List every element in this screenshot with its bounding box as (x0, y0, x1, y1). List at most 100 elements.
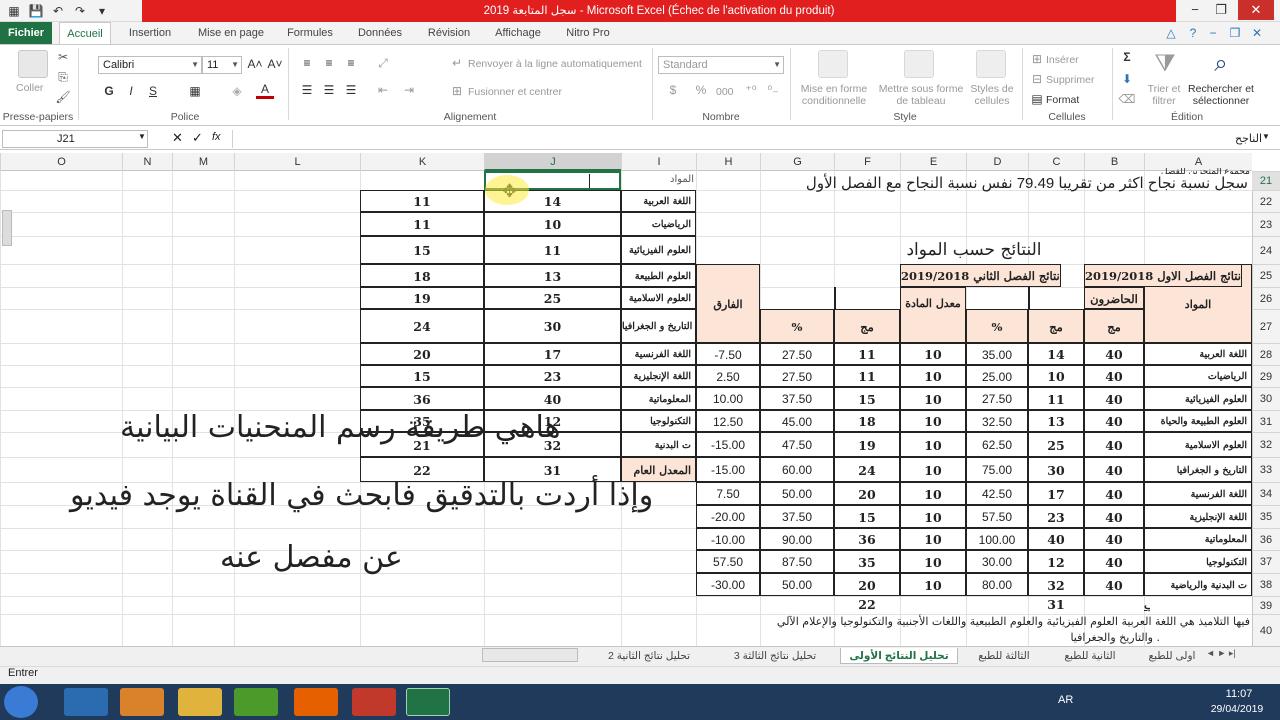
sort-filter-button[interactable]: Trier et filtrer (1144, 83, 1184, 107)
side-j-cell[interactable]: 23 (484, 365, 621, 387)
firefox-icon[interactable] (294, 688, 338, 716)
expand-formula-icon[interactable]: ▼ (1262, 132, 1270, 141)
decimal-decrease-icon[interactable]: ⁰₋ (764, 83, 782, 97)
tab-insert[interactable]: Insertion (120, 22, 180, 44)
side-k-cell[interactable]: 11 (360, 212, 484, 236)
sheet-nav-icon[interactable]: ◄ ► ▸| (1206, 648, 1236, 659)
font-size-combo[interactable]: 11 ▼ (202, 56, 242, 74)
side-j-cell[interactable]: 17 (484, 343, 621, 365)
clear-icon[interactable]: ⌫ (1118, 92, 1136, 106)
column-header-e[interactable]: E (900, 153, 966, 171)
sheet-tab[interactable]: تحليل نتائج الثانية 2 (594, 648, 704, 664)
fill-icon[interactable]: ⬇ (1118, 72, 1136, 86)
row-header-39[interactable]: 39 (1252, 596, 1280, 614)
tab-formulas[interactable]: Formules (282, 22, 338, 44)
side-j-cell[interactable]: 25 (484, 287, 621, 309)
sheet-tab[interactable]: اولى للطبع (1140, 648, 1204, 664)
tab-nitro[interactable]: Nitro Pro (560, 22, 616, 44)
cell-styles-button[interactable]: Styles de cellules (966, 83, 1018, 107)
orientation-icon[interactable]: ⤢ (374, 56, 392, 71)
column-header-g[interactable]: G (760, 153, 834, 171)
side-k-cell[interactable]: 15 (360, 365, 484, 387)
align-center-icon[interactable]: ☰ (320, 83, 338, 97)
format-table-button[interactable]: Mettre sous forme de tableau (876, 83, 966, 107)
row-header-33[interactable]: 33 (1252, 457, 1280, 482)
horizontal-scrollbar[interactable] (482, 648, 578, 662)
side-k-cell[interactable]: 11 (360, 190, 484, 212)
column-header-h[interactable]: H (696, 153, 760, 171)
format-cells-button[interactable]: Format (1046, 94, 1079, 106)
media-player-icon[interactable] (120, 688, 164, 716)
row-header-32[interactable]: 32 (1252, 432, 1280, 457)
row-header-31[interactable]: 31 (1252, 410, 1280, 432)
side-k-cell[interactable]: 19 (360, 287, 484, 309)
column-header-n[interactable]: N (122, 153, 172, 171)
column-header-k[interactable]: K (360, 153, 484, 171)
row-header-37[interactable]: 37 (1252, 550, 1280, 573)
row-header-25[interactable]: 25 (1252, 264, 1280, 287)
row-header-26[interactable]: 26 (1252, 287, 1280, 309)
indent-increase-icon[interactable]: ⇥ (400, 83, 418, 97)
tab-view[interactable]: Affichage (488, 22, 548, 44)
opera-icon[interactable] (352, 688, 396, 716)
ribbon-collapse-icon[interactable]: △ (1162, 24, 1180, 42)
shrink-font-icon[interactable]: A˅ (266, 57, 284, 71)
sheet-tab[interactable]: الثانية للطبع (1050, 648, 1130, 664)
tab-home[interactable]: Accueil (59, 22, 111, 45)
conditional-format-button[interactable]: Mise en forme conditionnelle (794, 83, 874, 107)
wrap-text-button[interactable]: Renvoyer à la ligne automatiquement (468, 58, 642, 70)
currency-icon[interactable]: $ (664, 83, 682, 97)
row-header-36[interactable]: 36 (1252, 528, 1280, 550)
fill-color-icon[interactable]: ◈ (228, 84, 246, 98)
row-header-22[interactable]: 22 (1252, 190, 1280, 212)
name-box[interactable]: J21 (2, 130, 148, 148)
align-top-icon[interactable]: ≡ (298, 56, 316, 70)
align-left-icon[interactable]: ☰ (298, 83, 316, 97)
indent-decrease-icon[interactable]: ⇤ (374, 83, 392, 97)
bold-button[interactable]: G (100, 84, 118, 98)
column-header-l[interactable]: L (234, 153, 360, 171)
doc-restore-icon[interactable]: ❐ (1226, 24, 1244, 42)
row-header-28[interactable]: 28 (1252, 343, 1280, 365)
font-color-icon[interactable]: A (256, 82, 274, 99)
tab-review[interactable]: Révision (422, 22, 476, 44)
decimal-increase-icon[interactable]: ⁺⁰ (742, 83, 760, 97)
side-k-cell[interactable]: 15 (360, 236, 484, 264)
cell-styles-icon[interactable] (976, 50, 1006, 78)
merge-center-button[interactable]: Fusionner et centrer (468, 86, 562, 98)
insert-cells-button[interactable]: Insérer (1046, 54, 1079, 66)
column-header-j[interactable]: J (484, 153, 621, 171)
undo-icon[interactable]: ↶ (50, 3, 66, 19)
restore-button[interactable]: ❐ (1208, 0, 1234, 20)
number-format-combo[interactable]: Standard ▼ (658, 56, 784, 74)
language-indicator[interactable]: AR (1058, 694, 1073, 706)
side-k-cell[interactable]: 18 (360, 264, 484, 287)
chrome-icon[interactable] (234, 688, 278, 716)
formula-input[interactable]: الناجح (232, 130, 1276, 148)
column-header-m[interactable]: M (172, 153, 234, 171)
conditional-format-icon[interactable] (818, 50, 848, 78)
align-right-icon[interactable]: ☰ (342, 83, 360, 97)
grow-font-icon[interactable]: A˄ (246, 57, 264, 71)
format-painter-icon[interactable]: 🖌 (54, 90, 72, 104)
customize-qat-icon[interactable]: ▾ (94, 3, 110, 19)
sheet-tab[interactable]: تحليل نتائج الثالثة 3 (720, 648, 830, 664)
file-explorer-icon[interactable] (178, 688, 222, 716)
row-header-23[interactable]: 23 (1252, 212, 1280, 236)
italic-button[interactable]: I (122, 84, 140, 98)
row-header-38[interactable]: 38 (1252, 573, 1280, 596)
paste-button[interactable]: Coller (16, 82, 43, 94)
paste-icon[interactable] (18, 50, 48, 78)
minimize-button[interactable]: − (1182, 0, 1208, 20)
sheet-tab-active[interactable]: تحليل النتائج الأولى (840, 648, 958, 664)
row-header-40[interactable]: 40 (1252, 614, 1280, 646)
side-k-cell[interactable]: 24 (360, 309, 484, 343)
percent-button[interactable]: % (692, 83, 710, 97)
row-header-34[interactable]: 34 (1252, 482, 1280, 505)
row-header-30[interactable]: 30 (1252, 387, 1280, 410)
tab-page-layout[interactable]: Mise en page (190, 22, 272, 44)
side-j-cell[interactable]: 40 (484, 387, 621, 410)
thousands-button[interactable]: 000 (716, 86, 734, 98)
row-header-21[interactable]: 21 (1252, 171, 1280, 190)
enter-formula-icon[interactable]: ✓ (192, 130, 203, 146)
